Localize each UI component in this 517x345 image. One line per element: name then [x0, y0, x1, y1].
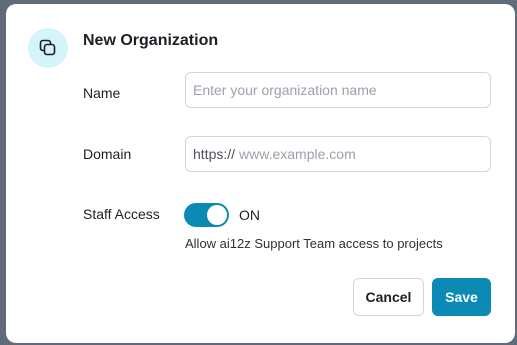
- cancel-button[interactable]: Cancel: [353, 278, 424, 316]
- staff-access-label: Staff Access: [83, 206, 160, 222]
- domain-label: Domain: [83, 146, 132, 162]
- save-button[interactable]: Save: [432, 278, 491, 316]
- name-input[interactable]: [193, 82, 490, 98]
- domain-prefix: https://: [193, 146, 236, 162]
- staff-access-toggle[interactable]: [184, 203, 229, 227]
- toggle-state-text: ON: [239, 207, 260, 223]
- name-field[interactable]: [185, 72, 491, 108]
- dialog-title: New Organization: [83, 32, 219, 49]
- domain-field[interactable]: https://: [185, 136, 491, 172]
- toggle-knob: [207, 205, 227, 225]
- name-label: Name: [83, 85, 121, 101]
- new-organization-dialog: New Organization Name Domain https:// St…: [6, 4, 515, 343]
- copy-icon: [28, 28, 68, 68]
- staff-access-description: Allow ai12z Support Team access to proje…: [185, 236, 443, 251]
- domain-input[interactable]: [239, 146, 490, 162]
